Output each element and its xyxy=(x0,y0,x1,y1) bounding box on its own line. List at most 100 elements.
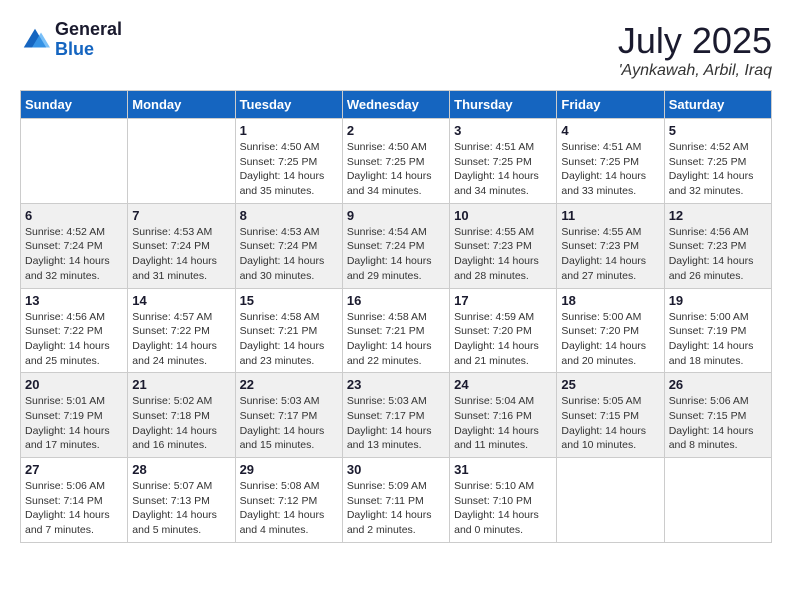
calendar-cell: 21 Sunrise: 5:02 AM Sunset: 7:18 PM Dayli… xyxy=(128,373,235,458)
calendar-cell: 20 Sunrise: 5:01 AM Sunset: 7:19 PM Dayli… xyxy=(21,373,128,458)
calendar-cell: 27 Sunrise: 5:06 AM Sunset: 7:14 PM Dayli… xyxy=(21,458,128,543)
calendar-cell: 6Sunrise: 4:52 AM Sunset: 7:24 PM Daylig… xyxy=(21,203,128,288)
cell-date-number: 22 xyxy=(240,377,338,392)
cell-info: Sunrise: 5:02 AM Sunset: 7:18 PM Dayligh… xyxy=(132,394,230,453)
calendar-cell xyxy=(664,458,771,543)
cell-info: Sunrise: 4:51 AM Sunset: 7:25 PM Dayligh… xyxy=(561,140,659,199)
logo-general: General xyxy=(55,20,122,40)
calendar-cell: 10Sunrise: 4:55 AM Sunset: 7:23 PM Dayli… xyxy=(450,203,557,288)
cell-info: Sunrise: 5:03 AM Sunset: 7:17 PM Dayligh… xyxy=(240,394,338,453)
calendar-header-row: SundayMondayTuesdayWednesdayThursdayFrid… xyxy=(21,91,772,119)
calendar-cell xyxy=(557,458,664,543)
day-header-tuesday: Tuesday xyxy=(235,91,342,119)
cell-info: Sunrise: 4:52 AM Sunset: 7:25 PM Dayligh… xyxy=(669,140,767,199)
cell-date-number: 15 xyxy=(240,293,338,308)
cell-info: Sunrise: 5:06 AM Sunset: 7:15 PM Dayligh… xyxy=(669,394,767,453)
day-header-saturday: Saturday xyxy=(664,91,771,119)
cell-date-number: 10 xyxy=(454,208,552,223)
calendar-cell: 15Sunrise: 4:58 AM Sunset: 7:21 PM Dayli… xyxy=(235,288,342,373)
cell-date-number: 24 xyxy=(454,377,552,392)
cell-date-number: 23 xyxy=(347,377,445,392)
calendar-cell: 29Sunrise: 5:08 AM Sunset: 7:12 PM Dayli… xyxy=(235,458,342,543)
calendar-table: SundayMondayTuesdayWednesdayThursdayFrid… xyxy=(20,90,772,543)
calendar-cell: 14 Sunrise: 4:57 AM Sunset: 7:22 PM Dayli… xyxy=(128,288,235,373)
calendar-cell: 5 Sunrise: 4:52 AM Sunset: 7:25 PM Daylig… xyxy=(664,119,771,204)
cell-date-number: 5 xyxy=(669,123,767,138)
cell-date-number: 17 xyxy=(454,293,552,308)
day-header-friday: Friday xyxy=(557,91,664,119)
calendar-cell: 11Sunrise: 4:55 AM Sunset: 7:23 PM Dayli… xyxy=(557,203,664,288)
cell-info: Sunrise: 4:54 AM Sunset: 7:24 PM Dayligh… xyxy=(347,225,445,284)
day-header-wednesday: Wednesday xyxy=(342,91,449,119)
cell-date-number: 18 xyxy=(561,293,659,308)
location: 'Aynkawah, Arbil, Iraq xyxy=(618,62,772,80)
cell-info: Sunrise: 4:50 AM Sunset: 7:25 PM Dayligh… xyxy=(240,140,338,199)
cell-date-number: 4 xyxy=(561,123,659,138)
calendar-cell: 26Sunrise: 5:06 AM Sunset: 7:15 PM Dayli… xyxy=(664,373,771,458)
calendar-cell: 18 Sunrise: 5:00 AM Sunset: 7:20 PM Dayli… xyxy=(557,288,664,373)
day-header-thursday: Thursday xyxy=(450,91,557,119)
logo-icon xyxy=(20,25,50,55)
cell-date-number: 11 xyxy=(561,208,659,223)
cell-info: Sunrise: 4:58 AM Sunset: 7:21 PM Dayligh… xyxy=(347,310,445,369)
cell-info: Sunrise: 5:07 AM Sunset: 7:13 PM Dayligh… xyxy=(132,479,230,538)
calendar-cell: 3Sunrise: 4:51 AM Sunset: 7:25 PM Daylig… xyxy=(450,119,557,204)
logo: General Blue xyxy=(20,20,122,60)
calendar-cell: 12 Sunrise: 4:56 AM Sunset: 7:23 PM Dayli… xyxy=(664,203,771,288)
calendar-cell: 24 Sunrise: 5:04 AM Sunset: 7:16 PM Dayli… xyxy=(450,373,557,458)
calendar-week-row: 27 Sunrise: 5:06 AM Sunset: 7:14 PM Dayli… xyxy=(21,458,772,543)
cell-date-number: 19 xyxy=(669,293,767,308)
cell-info: Sunrise: 4:50 AM Sunset: 7:25 PM Dayligh… xyxy=(347,140,445,199)
calendar-cell xyxy=(128,119,235,204)
cell-date-number: 20 xyxy=(25,377,123,392)
cell-info: Sunrise: 5:01 AM Sunset: 7:19 PM Dayligh… xyxy=(25,394,123,453)
calendar-week-row: 1Sunrise: 4:50 AM Sunset: 7:25 PM Daylig… xyxy=(21,119,772,204)
cell-date-number: 6 xyxy=(25,208,123,223)
calendar-cell: 7 Sunrise: 4:53 AM Sunset: 7:24 PM Daylig… xyxy=(128,203,235,288)
calendar-cell: 28Sunrise: 5:07 AM Sunset: 7:13 PM Dayli… xyxy=(128,458,235,543)
cell-date-number: 25 xyxy=(561,377,659,392)
cell-info: Sunrise: 4:56 AM Sunset: 7:22 PM Dayligh… xyxy=(25,310,123,369)
day-header-sunday: Sunday xyxy=(21,91,128,119)
calendar-cell: 30 Sunrise: 5:09 AM Sunset: 7:11 PM Dayli… xyxy=(342,458,449,543)
cell-date-number: 7 xyxy=(132,208,230,223)
title-block: July 2025 'Aynkawah, Arbil, Iraq xyxy=(618,20,772,80)
calendar-cell: 23Sunrise: 5:03 AM Sunset: 7:17 PM Dayli… xyxy=(342,373,449,458)
day-header-monday: Monday xyxy=(128,91,235,119)
page-header: General Blue July 2025 'Aynkawah, Arbil,… xyxy=(20,20,772,80)
calendar-cell: 31Sunrise: 5:10 AM Sunset: 7:10 PM Dayli… xyxy=(450,458,557,543)
calendar-week-row: 6Sunrise: 4:52 AM Sunset: 7:24 PM Daylig… xyxy=(21,203,772,288)
calendar-week-row: 13 Sunrise: 4:56 AM Sunset: 7:22 PM Dayli… xyxy=(21,288,772,373)
cell-info: Sunrise: 5:09 AM Sunset: 7:11 PM Dayligh… xyxy=(347,479,445,538)
cell-date-number: 27 xyxy=(25,462,123,477)
cell-date-number: 2 xyxy=(347,123,445,138)
cell-date-number: 12 xyxy=(669,208,767,223)
cell-info: Sunrise: 4:53 AM Sunset: 7:24 PM Dayligh… xyxy=(240,225,338,284)
calendar-cell: 4 Sunrise: 4:51 AM Sunset: 7:25 PM Daylig… xyxy=(557,119,664,204)
cell-info: Sunrise: 4:57 AM Sunset: 7:22 PM Dayligh… xyxy=(132,310,230,369)
cell-date-number: 8 xyxy=(240,208,338,223)
cell-info: Sunrise: 4:56 AM Sunset: 7:23 PM Dayligh… xyxy=(669,225,767,284)
cell-date-number: 31 xyxy=(454,462,552,477)
cell-date-number: 29 xyxy=(240,462,338,477)
logo-blue: Blue xyxy=(55,40,122,60)
cell-date-number: 13 xyxy=(25,293,123,308)
cell-info: Sunrise: 5:00 AM Sunset: 7:20 PM Dayligh… xyxy=(561,310,659,369)
cell-date-number: 14 xyxy=(132,293,230,308)
calendar-cell: 2 Sunrise: 4:50 AM Sunset: 7:25 PM Daylig… xyxy=(342,119,449,204)
cell-info: Sunrise: 5:05 AM Sunset: 7:15 PM Dayligh… xyxy=(561,394,659,453)
calendar-cell: 13 Sunrise: 4:56 AM Sunset: 7:22 PM Dayli… xyxy=(21,288,128,373)
cell-date-number: 30 xyxy=(347,462,445,477)
cell-info: Sunrise: 4:53 AM Sunset: 7:24 PM Dayligh… xyxy=(132,225,230,284)
calendar-cell: 22 Sunrise: 5:03 AM Sunset: 7:17 PM Dayli… xyxy=(235,373,342,458)
calendar-week-row: 20 Sunrise: 5:01 AM Sunset: 7:19 PM Dayli… xyxy=(21,373,772,458)
calendar-cell: 1Sunrise: 4:50 AM Sunset: 7:25 PM Daylig… xyxy=(235,119,342,204)
cell-info: Sunrise: 5:06 AM Sunset: 7:14 PM Dayligh… xyxy=(25,479,123,538)
logo-text: General Blue xyxy=(55,20,122,60)
cell-info: Sunrise: 5:04 AM Sunset: 7:16 PM Dayligh… xyxy=(454,394,552,453)
cell-date-number: 21 xyxy=(132,377,230,392)
cell-info: Sunrise: 5:00 AM Sunset: 7:19 PM Dayligh… xyxy=(669,310,767,369)
calendar-cell xyxy=(21,119,128,204)
calendar-cell: 8 Sunrise: 4:53 AM Sunset: 7:24 PM Daylig… xyxy=(235,203,342,288)
cell-date-number: 9 xyxy=(347,208,445,223)
